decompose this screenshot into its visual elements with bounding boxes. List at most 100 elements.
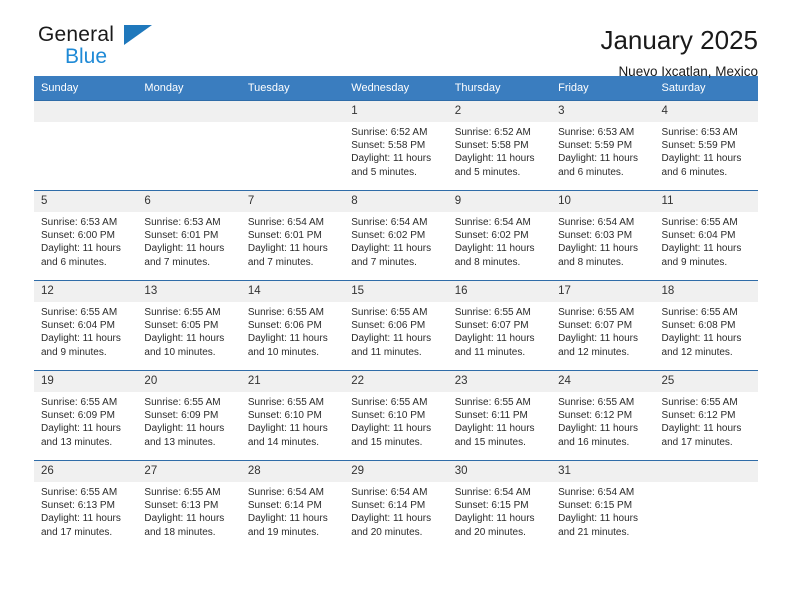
calendar-day-cell[interactable]: 14 Sunrise: 6:55 AM Sunset: 6:06 PM Dayligh… bbox=[240, 280, 345, 371]
sunrise-text: Sunrise: 6:54 AM bbox=[351, 487, 428, 498]
daylight-text: Daylight: 11 hours and 7 minutes. bbox=[351, 243, 432, 268]
calendar-day-cell[interactable]: 6 Sunrise: 6:53 AM Sunset: 6:01 PM Daylight… bbox=[137, 190, 241, 281]
day-number: 2 bbox=[447, 101, 552, 122]
calendar-day-cell[interactable]: 19 Sunrise: 6:55 AM Sunset: 6:09 PM Dayligh… bbox=[34, 370, 138, 461]
calendar-day-cell[interactable]: 4 Sunrise: 6:53 AM Sunset: 5:59 PM Daylight… bbox=[654, 100, 758, 191]
sunrise-text: Sunrise: 6:54 AM bbox=[247, 487, 324, 498]
day-number: 7 bbox=[240, 191, 345, 212]
day-number: 21 bbox=[240, 371, 345, 392]
sunset-text: Sunset: 6:01 PM bbox=[247, 230, 322, 242]
calendar-week-row: 1 Sunrise: 6:52 AM Sunset: 5:58 PM Daylight… bbox=[34, 100, 758, 191]
sunrise-text: Sunrise: 6:55 AM bbox=[661, 217, 738, 228]
calendar-day-cell[interactable]: 29 Sunrise: 6:54 AM Sunset: 6:14 PM Dayligh… bbox=[344, 460, 448, 550]
sunrise-text: Sunrise: 6:55 AM bbox=[144, 307, 221, 318]
calendar-day-cell[interactable]: 16 Sunrise: 6:55 AM Sunset: 6:07 PM Dayligh… bbox=[447, 280, 552, 371]
sunrise-text: Sunrise: 6:55 AM bbox=[661, 397, 738, 408]
calendar-day-cell[interactable]: 10 Sunrise: 6:54 AM Sunset: 6:03 PM Dayligh… bbox=[551, 190, 655, 281]
page-title: January 2025 bbox=[600, 25, 758, 55]
sunrise-text: Sunrise: 6:55 AM bbox=[144, 487, 221, 498]
daylight-text: Daylight: 11 hours and 17 minutes. bbox=[41, 513, 121, 538]
weekday-header-friday: Friday bbox=[551, 76, 655, 101]
day-number: 29 bbox=[344, 461, 448, 482]
calendar-day-cell[interactable]: 26 Sunrise: 6:55 AM Sunset: 6:13 PM Dayligh… bbox=[34, 460, 138, 550]
day-number: 3 bbox=[551, 101, 655, 122]
weekday-header-saturday: Saturday bbox=[654, 76, 758, 101]
day-details: Sunrise: 6:53 AM Sunset: 5:59 PM Daylight:… bbox=[551, 122, 654, 179]
calendar-day-cell[interactable]: 5 Sunrise: 6:53 AM Sunset: 6:00 PM Daylight… bbox=[34, 190, 138, 281]
daylight-text: Daylight: 11 hours and 7 minutes. bbox=[144, 243, 225, 268]
day-details: Sunrise: 6:54 AM Sunset: 6:03 PM Daylight:… bbox=[551, 212, 654, 269]
daylight-text: Daylight: 11 hours and 18 minutes. bbox=[144, 513, 225, 538]
calendar-week-row: 5 Sunrise: 6:53 AM Sunset: 6:00 PM Daylight… bbox=[34, 190, 758, 281]
day-details: Sunrise: 6:54 AM Sunset: 6:14 PM Daylight:… bbox=[344, 482, 447, 539]
calendar-day-cell[interactable]: 18 Sunrise: 6:55 AM Sunset: 6:08 PM Dayligh… bbox=[654, 280, 758, 371]
sunrise-sunset-calendar: Sunday Monday Tuesday Wednesday Thursday Frid… bbox=[34, 76, 758, 550]
calendar-day-cell[interactable]: 21 Sunrise: 6:55 AM Sunset: 6:10 PM Dayligh… bbox=[240, 370, 345, 461]
calendar-day-cell[interactable]: 22 Sunrise: 6:55 AM Sunset: 6:10 PM Dayligh… bbox=[344, 370, 448, 461]
calendar-day-cell[interactable]: 25 Sunrise: 6:55 AM Sunset: 6:12 PM Dayligh… bbox=[654, 370, 758, 461]
calendar-day-cell[interactable]: 12 Sunrise: 6:55 AM Sunset: 6:04 PM Dayligh… bbox=[34, 280, 138, 371]
calendar-day-cell[interactable]: 15 Sunrise: 6:55 AM Sunset: 6:06 PM Dayligh… bbox=[344, 280, 448, 371]
calendar-day-cell[interactable]: 13 Sunrise: 6:55 AM Sunset: 6:05 PM Dayligh… bbox=[137, 280, 241, 371]
day-details: Sunrise: 6:55 AM Sunset: 6:09 PM Daylight:… bbox=[34, 392, 137, 449]
sunset-text: Sunset: 6:14 PM bbox=[247, 500, 322, 512]
day-number: 30 bbox=[447, 461, 552, 482]
calendar-day-cell[interactable]: 30 Sunrise: 6:54 AM Sunset: 6:15 PM Dayligh… bbox=[447, 460, 552, 550]
triangle-icon bbox=[124, 25, 152, 45]
calendar-day-cell[interactable]: 28 Sunrise: 6:54 AM Sunset: 6:14 PM Dayligh… bbox=[240, 460, 345, 550]
weekday-header-wednesday: Wednesday bbox=[344, 76, 448, 101]
calendar-day-cell[interactable]: 31 Sunrise: 6:54 AM Sunset: 6:15 PM Dayligh… bbox=[551, 460, 655, 550]
sunrise-text: Sunrise: 6:54 AM bbox=[558, 487, 635, 498]
calendar-day-cell[interactable]: 9 Sunrise: 6:54 AM Sunset: 6:02 PM Daylight… bbox=[447, 190, 552, 281]
daylight-text: Daylight: 11 hours and 15 minutes. bbox=[351, 423, 432, 448]
day-number: 10 bbox=[551, 191, 655, 212]
day-details: Sunrise: 6:55 AM Sunset: 6:06 PM Daylight:… bbox=[344, 302, 447, 359]
day-number: 24 bbox=[551, 371, 655, 392]
sunset-text: Sunset: 6:13 PM bbox=[144, 500, 219, 512]
daylight-text: Daylight: 11 hours and 16 minutes. bbox=[558, 423, 638, 448]
daylight-text: Daylight: 11 hours and 7 minutes. bbox=[247, 243, 328, 268]
sunrise-text: Sunrise: 6:55 AM bbox=[351, 397, 428, 408]
sunset-text: Sunset: 6:02 PM bbox=[454, 230, 529, 242]
sunrise-text: Sunrise: 6:55 AM bbox=[247, 397, 324, 408]
sunrise-text: Sunrise: 6:55 AM bbox=[41, 397, 118, 408]
calendar-day-cell[interactable]: 27 Sunrise: 6:55 AM Sunset: 6:13 PM Dayligh… bbox=[137, 460, 241, 550]
sunrise-text: Sunrise: 6:55 AM bbox=[351, 307, 428, 318]
sunset-text: Sunset: 5:59 PM bbox=[558, 140, 633, 152]
sunset-text: Sunset: 6:04 PM bbox=[41, 320, 115, 332]
sunset-text: Sunset: 6:00 PM bbox=[41, 230, 115, 242]
daylight-text: Daylight: 11 hours and 6 minutes. bbox=[661, 153, 742, 178]
day-details: Sunrise: 6:54 AM Sunset: 6:02 PM Daylight:… bbox=[448, 212, 551, 269]
daylight-text: Daylight: 11 hours and 12 minutes. bbox=[558, 333, 638, 358]
sunset-text: Sunset: 6:15 PM bbox=[454, 500, 529, 512]
sunset-text: Sunset: 5:58 PM bbox=[351, 140, 426, 152]
weekday-header-tuesday: Tuesday bbox=[240, 76, 345, 101]
calendar-day-cell[interactable]: 17 Sunrise: 6:55 AM Sunset: 6:07 PM Dayligh… bbox=[551, 280, 655, 371]
calendar-day-cell[interactable]: 2 Sunrise: 6:52 AM Sunset: 5:58 PM Daylight… bbox=[447, 100, 552, 191]
daylight-text: Daylight: 11 hours and 17 minutes. bbox=[661, 423, 742, 448]
calendar-day-cell[interactable]: 11 Sunrise: 6:55 AM Sunset: 6:04 PM Dayligh… bbox=[654, 190, 758, 281]
calendar-day-cell[interactable]: 8 Sunrise: 6:54 AM Sunset: 6:02 PM Daylight… bbox=[344, 190, 448, 281]
calendar-day-cell[interactable]: 7 Sunrise: 6:54 AM Sunset: 6:01 PM Daylight… bbox=[240, 190, 345, 281]
day-number: 23 bbox=[447, 371, 552, 392]
calendar-day-cell[interactable]: 3 Sunrise: 6:53 AM Sunset: 5:59 PM Daylight… bbox=[551, 100, 655, 191]
day-number: 16 bbox=[447, 281, 552, 302]
daylight-text: Daylight: 11 hours and 10 minutes. bbox=[247, 333, 328, 358]
day-number: 19 bbox=[34, 371, 138, 392]
calendar-day-cell[interactable]: 24 Sunrise: 6:55 AM Sunset: 6:12 PM Dayligh… bbox=[551, 370, 655, 461]
sunset-text: Sunset: 6:10 PM bbox=[351, 410, 426, 422]
daylight-text: Daylight: 11 hours and 11 minutes. bbox=[454, 333, 535, 358]
day-number: 26 bbox=[34, 461, 138, 482]
calendar-day-cell[interactable]: 20 Sunrise: 6:55 AM Sunset: 6:09 PM Dayligh… bbox=[137, 370, 241, 461]
calendar-day-cell[interactable]: 1 Sunrise: 6:52 AM Sunset: 5:58 PM Daylight… bbox=[344, 100, 448, 191]
day-number: 17 bbox=[551, 281, 655, 302]
day-details: Sunrise: 6:54 AM Sunset: 6:14 PM Daylight:… bbox=[241, 482, 344, 539]
day-details: Sunrise: 6:55 AM Sunset: 6:09 PM Daylight:… bbox=[137, 392, 240, 449]
sunset-text: Sunset: 6:14 PM bbox=[351, 500, 426, 512]
day-number: 25 bbox=[654, 371, 758, 392]
general-blue-logo[interactable]: General Blue bbox=[34, 24, 164, 74]
sunset-text: Sunset: 6:09 PM bbox=[144, 410, 219, 422]
calendar-day-cell[interactable]: 23 Sunrise: 6:55 AM Sunset: 6:11 PM Dayligh… bbox=[447, 370, 552, 461]
sunset-text: Sunset: 5:59 PM bbox=[661, 140, 736, 152]
daylight-text: Daylight: 11 hours and 19 minutes. bbox=[247, 513, 328, 538]
